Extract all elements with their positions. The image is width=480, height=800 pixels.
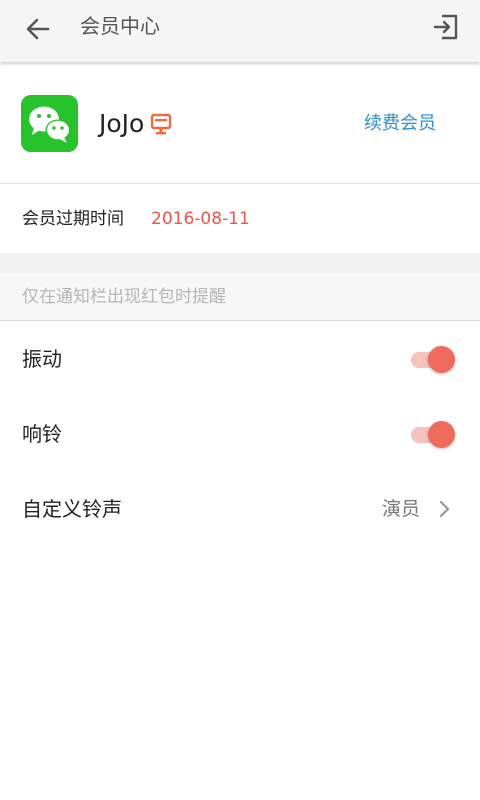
membership-expiry-row: 会员过期时间 2016-08-11 [0,185,480,253]
expiry-date: 2016-08-11 [151,209,250,229]
renew-membership-link[interactable]: 续费会员 [364,108,436,140]
avatar[interactable] [21,95,78,152]
vibrate-toggle[interactable] [411,346,455,374]
arrow-left-icon [26,18,50,40]
username: JoJo [99,106,172,142]
ring-toggle[interactable] [411,421,455,449]
wechat-logo-icon [21,95,78,152]
app-bar: 会员中心 [0,0,480,62]
profile-card: JoJo 续费会员 [0,64,480,184]
exit-icon [433,14,458,40]
exit-button[interactable] [430,11,462,43]
section-note: 仅在通知栏出现红包时提醒 [22,287,226,307]
back-button[interactable] [22,13,54,45]
vip-badge-icon [151,113,172,135]
toggle-thumb [428,421,455,448]
vibrate-row[interactable]: 振动 [0,322,480,397]
ringtone-value: 演员 [381,498,420,520]
chevron-right-icon [439,500,450,518]
vibrate-label: 振动 [22,347,62,371]
expiry-label: 会员过期时间 [22,209,124,229]
ring-row[interactable]: 响铃 [0,397,480,472]
ringtone-label: 自定义铃声 [22,497,122,521]
toggle-thumb [428,346,455,373]
username-text: JoJo [99,109,145,138]
page-title: 会员中心 [80,14,160,38]
ring-label: 响铃 [22,422,62,446]
notification-section-header: 仅在通知栏出现红包时提醒 [0,273,480,321]
ringtone-row[interactable]: 自定义铃声 演员 [0,472,480,547]
section-divider [0,253,480,273]
